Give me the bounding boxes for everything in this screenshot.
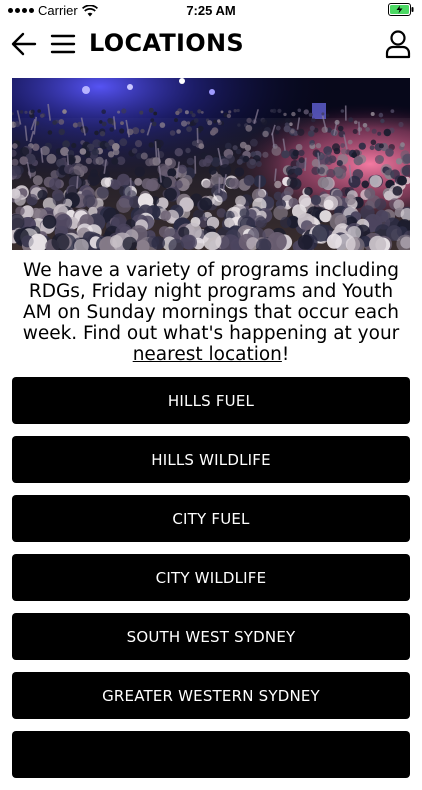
battery-charging-icon <box>388 3 414 16</box>
back-arrow-icon[interactable] <box>10 30 38 58</box>
location-button-city-fuel[interactable]: CITY FUEL <box>12 495 410 542</box>
location-button-hills-wildlife[interactable]: HILLS WILDLIFE <box>12 436 410 483</box>
crowd-photo <box>12 78 410 250</box>
clock: 7:25 AM <box>0 3 422 18</box>
hero-crowd-image <box>12 78 410 250</box>
intro-text: We have a variety of programs including … <box>12 260 410 365</box>
location-button-city-wildlife[interactable]: CITY WILDLIFE <box>12 554 410 601</box>
hamburger-menu-icon[interactable] <box>50 31 76 57</box>
intro-body: We have a variety of programs including … <box>23 260 400 344</box>
header: LOCATIONS <box>0 22 422 66</box>
locations-list: HILLS FUEL HILLS WILDLIFE CITY FUEL CITY… <box>12 377 410 790</box>
location-button-south-west-sydney[interactable]: SOUTH WEST SYDNEY <box>12 613 410 660</box>
location-button-partial[interactable] <box>12 731 410 778</box>
location-button-hills-fuel[interactable]: HILLS FUEL <box>12 377 410 424</box>
nearest-location-link[interactable]: nearest location <box>133 344 282 365</box>
location-button-greater-western-sydney[interactable]: GREATER WESTERN SYDNEY <box>12 672 410 719</box>
page-title: LOCATIONS <box>89 29 244 57</box>
status-bar: Carrier 7:25 AM <box>0 0 422 22</box>
intro-suffix: ! <box>282 344 289 365</box>
user-profile-icon[interactable] <box>384 29 412 59</box>
